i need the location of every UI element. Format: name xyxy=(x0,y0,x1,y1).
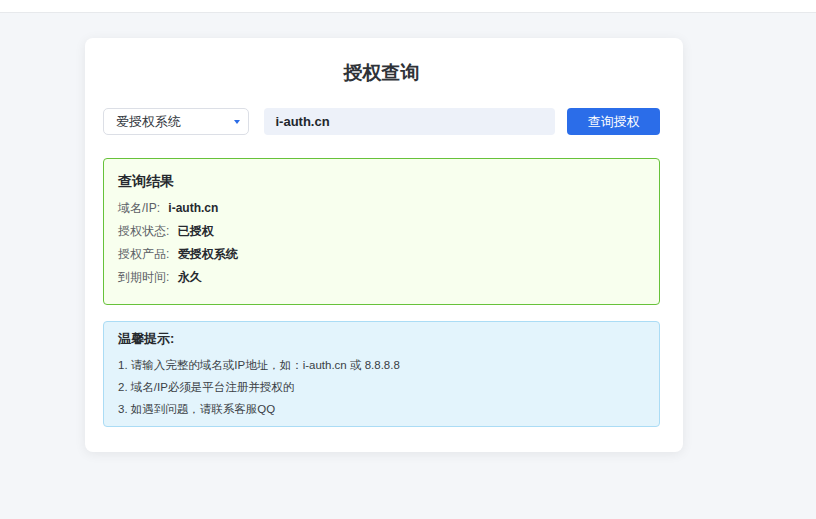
result-value: 永久 xyxy=(178,270,202,284)
result-value: i-auth.cn xyxy=(168,201,218,215)
result-label: 授权状态: xyxy=(118,224,173,238)
result-row-product: 授权产品: 爱授权系统 xyxy=(118,243,645,266)
result-title: 查询结果 xyxy=(118,173,645,191)
tips-panel: 温馨提示: 1. 请输入完整的域名或IP地址，如：i-auth.cn 或 8.8… xyxy=(103,321,660,427)
top-navbar xyxy=(0,0,816,13)
result-row-domain: 域名/IP: i-auth.cn xyxy=(118,197,645,220)
result-label: 授权产品: xyxy=(118,247,173,261)
result-value: 已授权 xyxy=(178,224,214,238)
result-value: 爱授权系统 xyxy=(178,247,238,261)
tip-line-2: 2. 域名/IP必须是平台注册并授权的 xyxy=(118,376,645,398)
result-row-status: 授权状态: 已授权 xyxy=(118,220,645,243)
query-form: 爱授权系统 查询授权 xyxy=(103,108,660,135)
tip-line-3: 3. 如遇到问题，请联系客服QQ xyxy=(118,398,645,420)
chevron-down-icon xyxy=(234,120,240,124)
result-label: 域名/IP: xyxy=(118,201,163,215)
result-row-expiry: 到期时间: 永久 xyxy=(118,266,645,289)
query-auth-button[interactable]: 查询授权 xyxy=(567,108,660,135)
tips-title: 温馨提示: xyxy=(118,330,645,348)
product-select-value: 爱授权系统 xyxy=(116,113,181,131)
auth-query-card: 授权查询 爱授权系统 查询授权 查询结果 域名/IP: i-auth.cn 授权… xyxy=(85,38,683,452)
tip-line-1: 1. 请输入完整的域名或IP地址，如：i-auth.cn 或 8.8.8.8 xyxy=(118,354,645,376)
query-result-panel: 查询结果 域名/IP: i-auth.cn 授权状态: 已授权 授权产品: 爱授… xyxy=(103,158,660,305)
result-label: 到期时间: xyxy=(118,270,173,284)
page-title: 授权查询 xyxy=(103,62,660,84)
domain-input[interactable] xyxy=(264,108,555,135)
product-select[interactable]: 爱授权系统 xyxy=(103,108,249,135)
